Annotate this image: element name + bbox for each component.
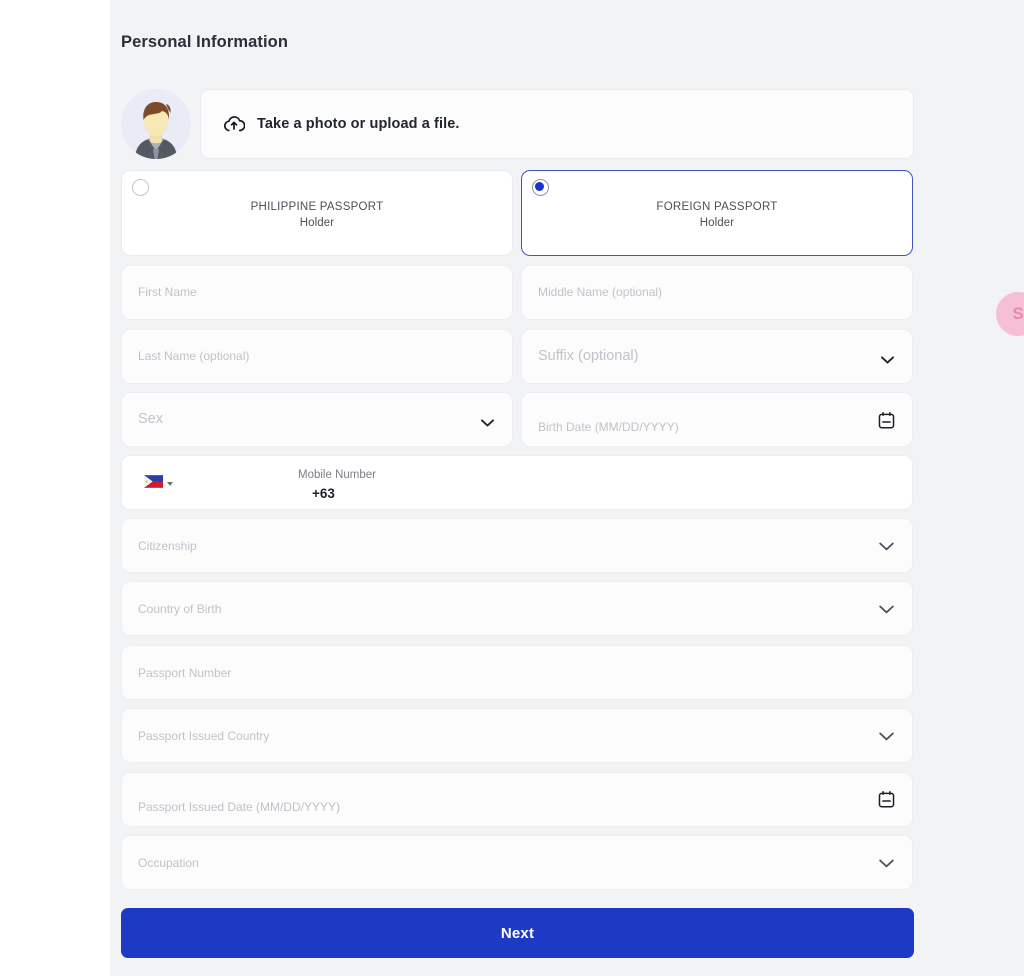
mobile-country-code: +63 <box>312 486 335 501</box>
passport-type-philippine-title: PHILIPPINE PASSPORT <box>250 201 384 213</box>
last-name-placeholder: Last Name (optional) <box>138 349 250 363</box>
citizenship-field[interactable]: Citizenship <box>121 518 913 573</box>
middle-name-placeholder: Middle Name (optional) <box>538 285 663 299</box>
country-of-birth-field[interactable]: Country of Birth <box>121 581 913 636</box>
first-name-placeholder: First Name <box>138 285 197 299</box>
chevron-down-icon[interactable] <box>881 356 894 364</box>
passport-number-placeholder: Passport Number <box>138 666 232 680</box>
sex-placeholder: Sex <box>138 411 163 427</box>
passport-type-philippine-card[interactable]: PHILIPPINE PASSPORT Holder <box>121 170 513 256</box>
passport-number-field[interactable]: Passport Number <box>121 645 913 700</box>
country-of-birth-placeholder: Country of Birth <box>138 602 222 616</box>
radio-foreign-passport[interactable] <box>532 179 549 196</box>
cloud-upload-icon <box>223 115 246 133</box>
upload-label: Take a photo or upload a file. <box>257 116 460 132</box>
birth-date-field[interactable]: Birth Date (MM/DD/YYYY) <box>521 392 913 447</box>
citizenship-placeholder: Citizenship <box>138 539 197 553</box>
chevron-down-icon[interactable] <box>481 419 494 427</box>
passport-type-foreign-title: FOREIGN PASSPORT <box>656 201 778 213</box>
chevron-down-icon[interactable] <box>879 542 894 551</box>
passport-issued-date-field[interactable]: Passport Issued Date (MM/DD/YYYY) <box>121 772 913 827</box>
chevron-down-icon[interactable] <box>879 732 894 741</box>
calendar-icon[interactable] <box>877 790 896 809</box>
passport-issued-country-placeholder: Passport Issued Country <box>138 729 270 743</box>
next-button[interactable]: Next <box>121 908 914 958</box>
photo-upload-row: Take a photo or upload a file. <box>121 89 914 159</box>
mobile-number-label: Mobile Number <box>298 469 376 481</box>
first-name-field[interactable]: First Name <box>121 265 513 320</box>
calendar-icon[interactable] <box>877 411 896 430</box>
middle-name-field[interactable]: Middle Name (optional) <box>521 265 913 320</box>
suffix-field[interactable]: Suffix (optional) <box>521 329 913 384</box>
radio-philippine-passport[interactable] <box>132 179 149 196</box>
last-name-field[interactable]: Last Name (optional) <box>121 329 513 384</box>
personal-information-page: Personal Information Take a photo or upl… <box>0 0 1024 976</box>
chevron-down-icon[interactable] <box>879 859 894 868</box>
sex-field[interactable]: Sex <box>121 392 513 447</box>
occupation-placeholder: Occupation <box>138 856 199 870</box>
passport-type-philippine-text: PHILIPPINE PASSPORT Holder <box>122 199 512 231</box>
passport-type-foreign-text: FOREIGN PASSPORT Holder <box>522 199 912 231</box>
philippines-flag-icon <box>144 475 163 493</box>
passport-issued-date-placeholder: Passport Issued Date (MM/DD/YYYY) <box>138 800 341 814</box>
avatar[interactable] <box>121 89 191 159</box>
passport-type-foreign-card[interactable]: FOREIGN PASSPORT Holder <box>521 170 913 256</box>
chevron-down-icon[interactable] <box>879 605 894 614</box>
suffix-placeholder: Suffix (optional) <box>538 348 639 364</box>
occupation-field[interactable]: Occupation <box>121 835 913 890</box>
passport-type-philippine-subtitle: Holder <box>299 217 335 229</box>
passport-issued-country-field[interactable]: Passport Issued Country <box>121 708 913 763</box>
caret-down-icon <box>167 482 173 486</box>
passport-type-foreign-subtitle: Holder <box>699 217 735 229</box>
upload-photo-button[interactable]: Take a photo or upload a file. <box>200 89 914 159</box>
country-code-selector[interactable] <box>144 475 173 493</box>
birth-date-placeholder: Birth Date (MM/DD/YYYY) <box>538 420 679 434</box>
mobile-number-field[interactable]: Mobile Number +63 <box>121 455 913 510</box>
page-title: Personal Information <box>121 33 289 51</box>
